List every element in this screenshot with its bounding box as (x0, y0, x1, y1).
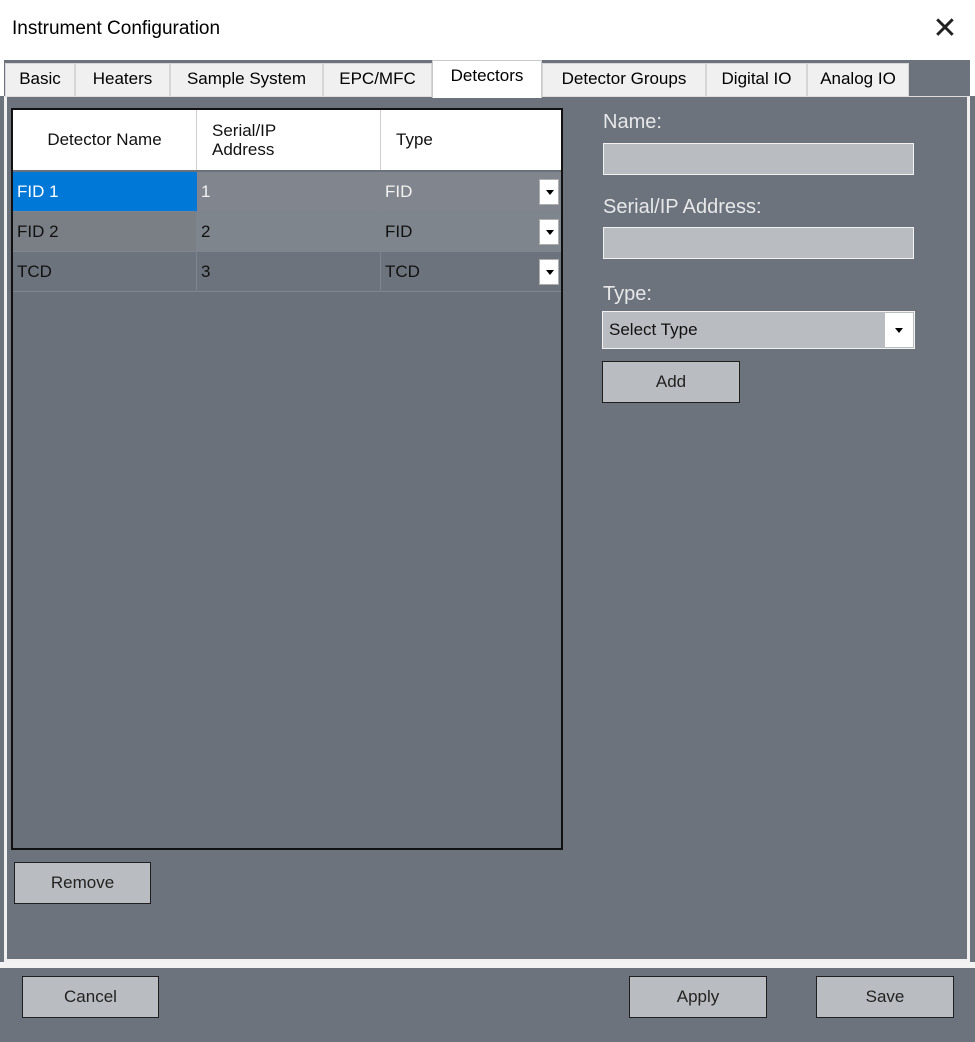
type-label: Type: (603, 283, 652, 305)
chevron-down-icon[interactable] (539, 219, 559, 245)
serial-ip-address-label: Serial/IP Address: (603, 196, 762, 218)
bottom-separator (0, 962, 975, 968)
cell-type[interactable]: FID (381, 172, 561, 212)
tab-detectors[interactable]: Detectors (432, 60, 542, 98)
cell-serial-ip-address[interactable]: 3 (197, 252, 381, 292)
add-button[interactable]: Add (602, 361, 740, 403)
cancel-button[interactable]: Cancel (22, 976, 159, 1018)
chevron-down-icon[interactable] (885, 313, 913, 347)
table-row[interactable]: FID 2 2 FID (13, 212, 561, 252)
column-header-type[interactable]: Type (381, 110, 561, 170)
tab-detector-groups[interactable]: Detector Groups (542, 63, 706, 96)
cell-serial-ip-address[interactable]: 2 (197, 212, 381, 252)
save-button[interactable]: Save (816, 976, 954, 1018)
chevron-down-icon[interactable] (539, 259, 559, 285)
serial-ip-address-field[interactable] (603, 227, 914, 259)
cell-detector-name[interactable]: FID 1 (13, 172, 197, 212)
close-icon[interactable]: ✕ (925, 12, 965, 48)
cell-detector-name[interactable]: TCD (13, 252, 197, 292)
apply-button[interactable]: Apply (629, 976, 767, 1018)
tab-digital-io[interactable]: Digital IO (706, 63, 807, 96)
column-header-serial-line1: Serial/IP (212, 121, 277, 140)
remove-button[interactable]: Remove (14, 862, 151, 904)
name-field[interactable] (603, 143, 914, 175)
cell-serial-ip-address[interactable]: 1 (197, 172, 381, 212)
name-label: Name: (603, 111, 662, 133)
cell-detector-name[interactable]: FID 2 (13, 212, 197, 252)
tab-epc-mfc[interactable]: EPC/MFC (323, 63, 432, 96)
chevron-down-icon[interactable] (539, 179, 559, 205)
window-title: Instrument Configuration (12, 18, 221, 39)
column-header-serial-line2: Address (212, 140, 275, 159)
tab-analog-io[interactable]: Analog IO (807, 63, 909, 96)
column-header-serial-ip-address[interactable]: Serial/IP Address (197, 110, 381, 170)
tab-sample-system[interactable]: Sample System (170, 63, 323, 96)
tab-heaters[interactable]: Heaters (75, 63, 170, 96)
column-header-detector-name[interactable]: Detector Name (13, 110, 197, 170)
table-row[interactable]: FID 1 1 FID (13, 172, 561, 212)
cell-type[interactable]: TCD (381, 252, 561, 292)
table-row[interactable]: TCD 3 TCD (13, 252, 561, 292)
type-select-value: Select Type (609, 320, 698, 339)
cell-type[interactable]: FID (381, 212, 561, 252)
tab-basic[interactable]: Basic (5, 63, 75, 96)
